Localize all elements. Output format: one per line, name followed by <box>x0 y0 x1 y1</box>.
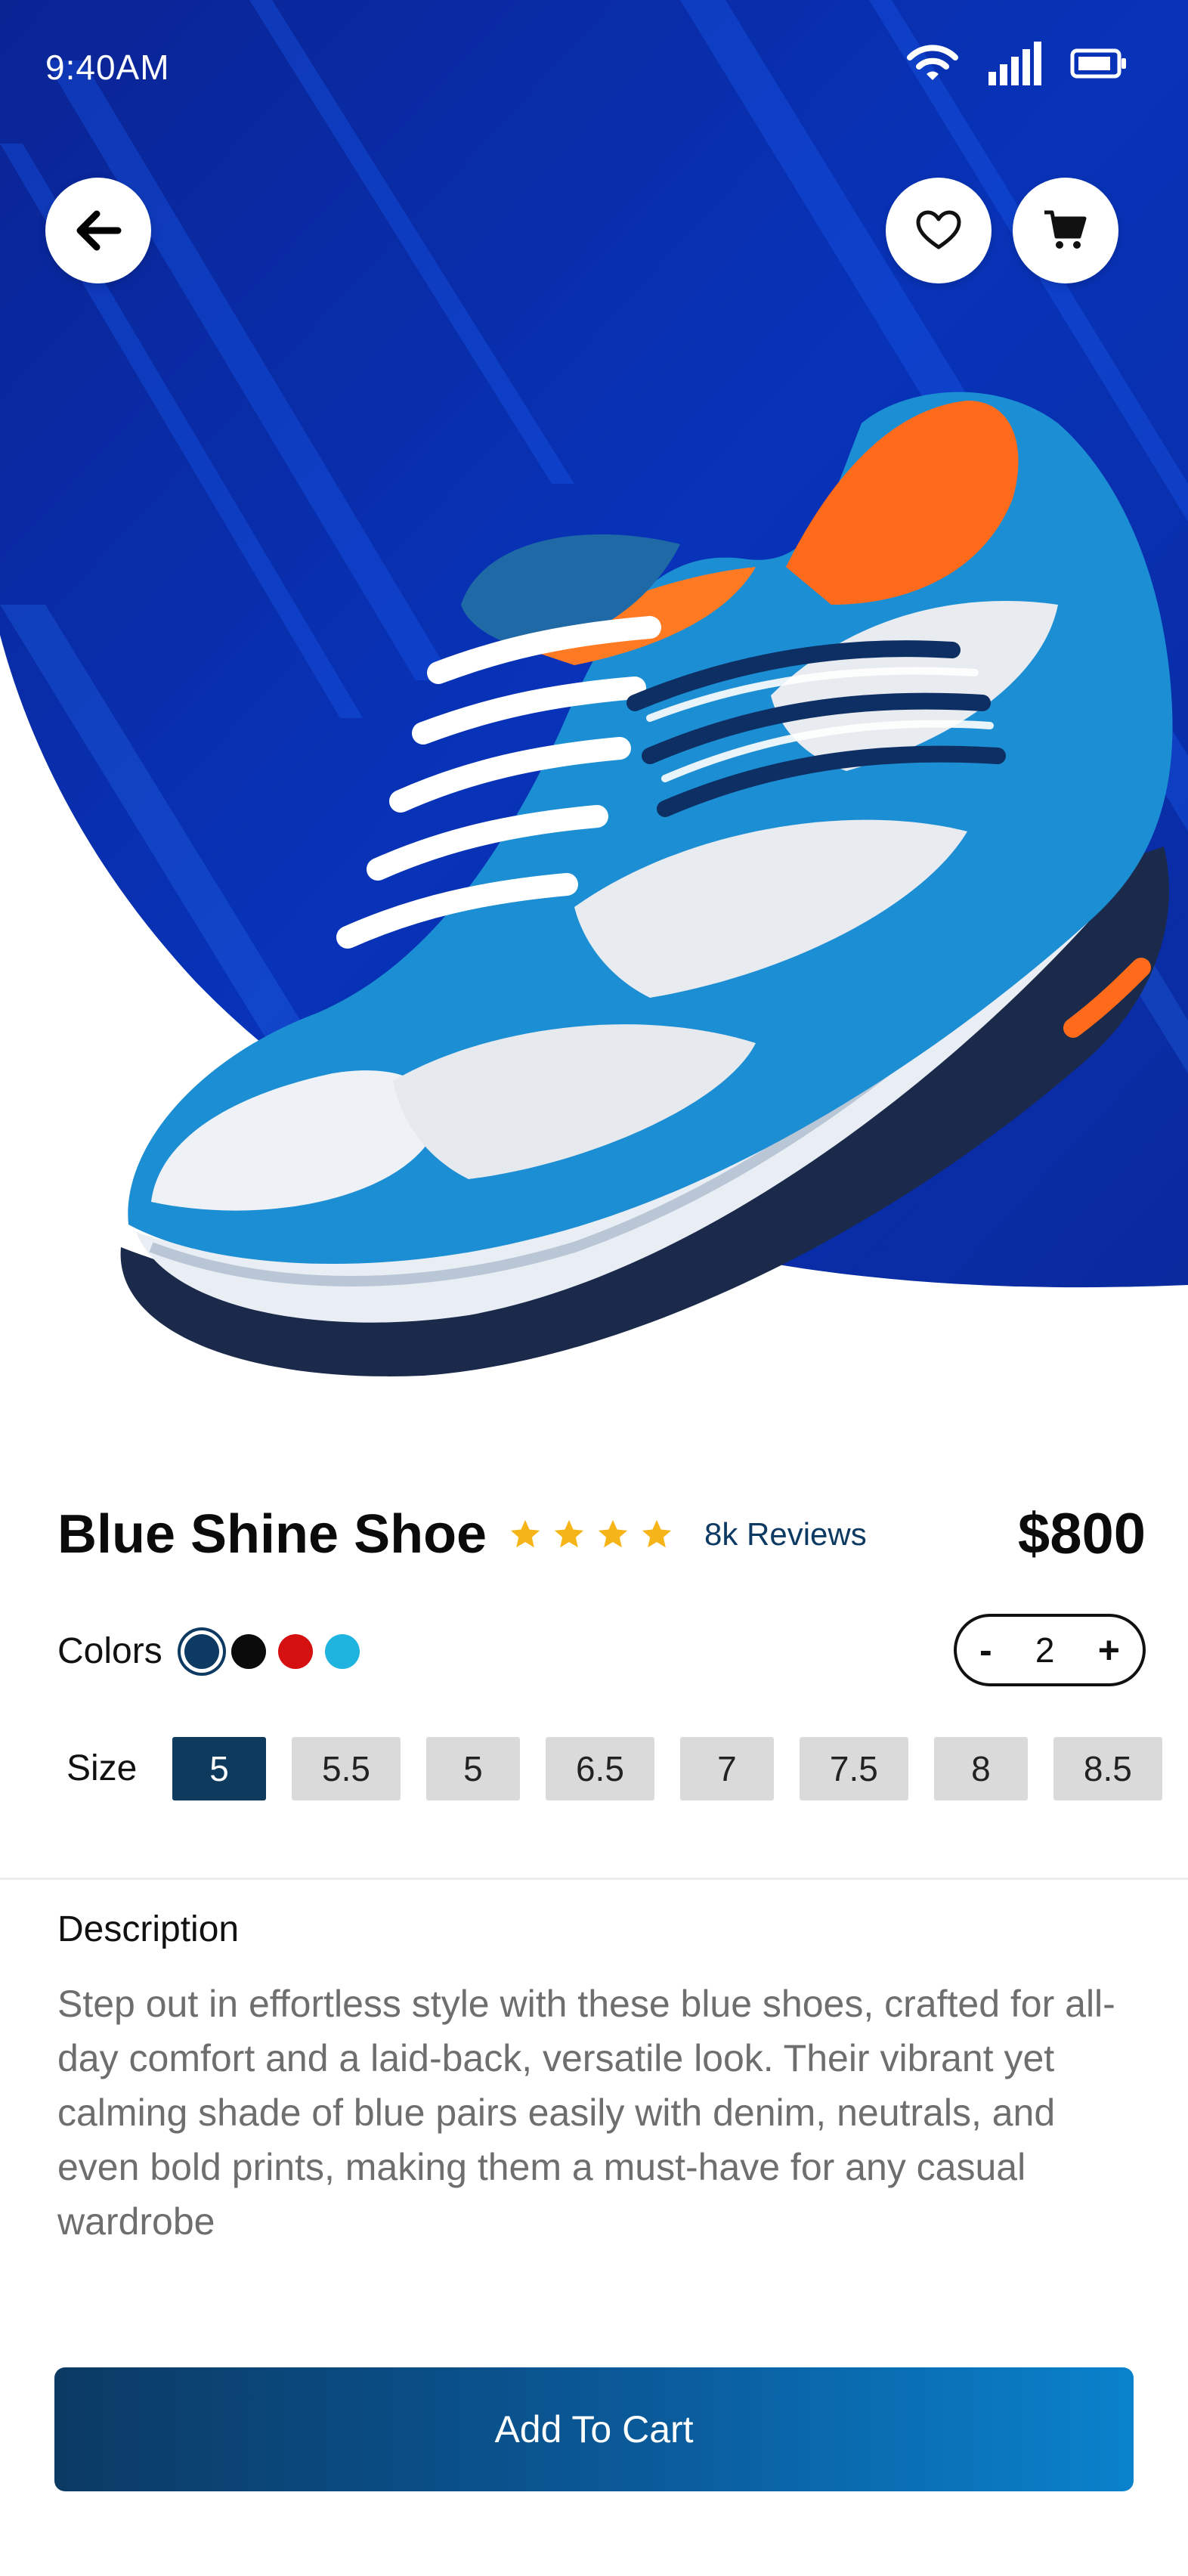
size-option[interactable]: 8 <box>933 1737 1028 1800</box>
size-option[interactable]: 6.5 <box>545 1737 654 1800</box>
size-option[interactable]: 5.5 <box>292 1737 401 1800</box>
shoe-image <box>120 392 1173 1376</box>
favorite-button[interactable] <box>886 178 992 283</box>
signal-icon <box>988 42 1041 85</box>
reviews-link[interactable]: 8k Reviews <box>704 1500 867 1568</box>
product-price: $800 <box>1017 1502 1146 1566</box>
color-swatch[interactable] <box>184 1634 219 1669</box>
quantity-value: 2 <box>1035 1630 1055 1670</box>
quantity-stepper: - 2 + <box>954 1614 1146 1686</box>
colors-label: Colors <box>57 1631 162 1671</box>
wifi-icon <box>907 45 958 80</box>
star-icon <box>642 1519 672 1548</box>
product-title-row: Blue Shine Shoe 8k Reviews $800 <box>57 1500 1146 1568</box>
size-label: Size <box>67 1748 138 1788</box>
cart-icon <box>1044 210 1087 249</box>
color-swatch[interactable] <box>278 1634 313 1669</box>
color-swatch[interactable] <box>231 1634 266 1669</box>
quantity-decrement-button[interactable]: - <box>979 1628 992 1672</box>
status-bar: 9:40AM <box>0 0 1188 136</box>
size-option[interactable]: 5 <box>172 1737 266 1800</box>
size-option[interactable]: 7.5 <box>799 1737 908 1800</box>
size-option[interactable]: 5 <box>425 1737 520 1800</box>
star-icon <box>598 1519 628 1548</box>
description-title: Description <box>57 1909 240 1949</box>
back-button[interactable] <box>45 178 151 283</box>
cart-button[interactable] <box>1013 178 1118 283</box>
product-title: Blue Shine Shoe <box>57 1504 487 1565</box>
star-icon <box>554 1519 584 1548</box>
add-to-cart-button[interactable]: Add To Cart <box>54 2367 1134 2491</box>
quantity-increment-button[interactable]: + <box>1098 1628 1120 1672</box>
color-swatches <box>184 1634 360 1669</box>
star-icon <box>510 1519 540 1548</box>
size-options: 5 5.5 5 6.5 7 7.5 8 8.5 <box>172 1737 1162 1800</box>
description-text: Step out in effortless style with these … <box>57 1983 1115 2243</box>
product-hero <box>0 0 1188 1436</box>
size-row: Size 5 5.5 5 6.5 7 7.5 8 8.5 <box>67 1737 1188 1800</box>
size-option[interactable]: 7 <box>679 1737 774 1800</box>
color-swatch[interactable] <box>325 1634 360 1669</box>
colors-row: Colors - 2 + <box>57 1614 1146 1689</box>
rating-stars <box>508 1517 674 1552</box>
battery-icon <box>1070 48 1126 79</box>
size-option[interactable]: 8.5 <box>1053 1737 1162 1800</box>
section-divider <box>0 1878 1188 1880</box>
status-time: 9:40AM <box>45 48 170 87</box>
arrow-left-icon <box>76 210 122 251</box>
heart-icon <box>916 210 961 249</box>
